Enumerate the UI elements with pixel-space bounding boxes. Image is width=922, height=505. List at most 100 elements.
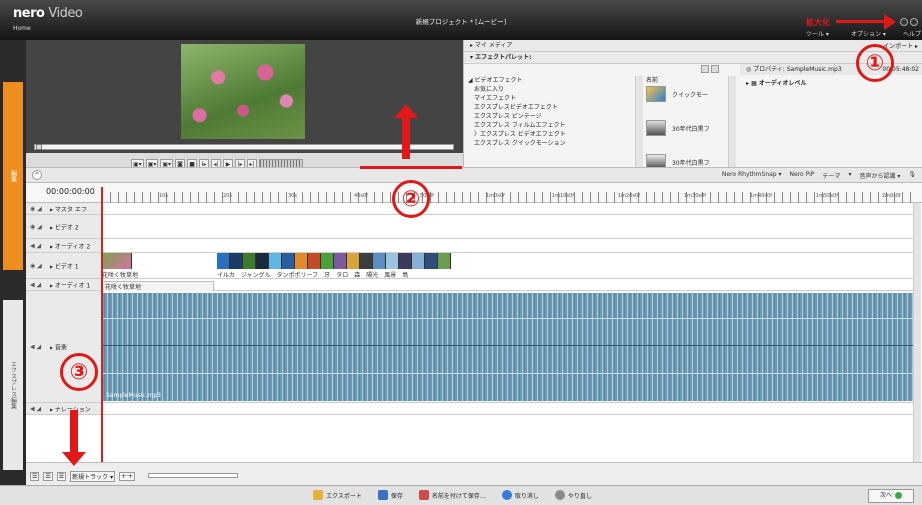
track-view-icon[interactable]: ☰: [43, 472, 53, 481]
export-icon: [313, 490, 323, 500]
effect-thumb[interactable]: クイックモー: [646, 86, 728, 104]
nero-video-window: nero Video Home 新規プロジェクト * [ムービー] ツール ▾ オ…: [0, 0, 922, 505]
video-clip-first[interactable]: [102, 253, 132, 269]
track-speaker-icon[interactable]: ◀ ◢: [30, 281, 41, 288]
effects-section-video[interactable]: ◢ ビデオエフェクト: [468, 76, 636, 85]
tick-label: 1m10s0f: [552, 193, 574, 199]
clip-label: タロ: [336, 272, 349, 279]
effects-panel: ▸ マイ メディア ▾ エフェクトパレット: インポート ▸ ◢ ビデオエフェク…: [463, 40, 922, 177]
track-view-icon[interactable]: ☰: [30, 472, 40, 481]
microphone-icon[interactable]: 🎙: [908, 171, 916, 180]
effects-item[interactable]: エクスプレスビデオエフェクト: [474, 103, 636, 112]
save-as-button[interactable]: 名前を付けて保存…: [418, 490, 486, 500]
track-lane[interactable]: 花咲く牧草地 イルカ ジャングル タンポポリーフ 牙 タロ 森 陽光 風景 鳥: [102, 253, 913, 279]
music-waveform-clip[interactable]: [102, 293, 913, 401]
tick-label: 1m40s0f: [750, 193, 772, 199]
track-audio2[interactable]: ◀ ◢ ▸ オーディオ 2: [26, 239, 913, 253]
effects-scrollbar[interactable]: [635, 76, 643, 177]
effects-item[interactable]: 〉エクスプレス ビデオエフェクト: [474, 130, 636, 139]
track-eye-icon[interactable]: ◉ ◢: [30, 205, 42, 212]
save-button[interactable]: 保存: [377, 490, 403, 500]
clip-label: タンポポリーフ: [276, 272, 319, 279]
new-track-dropdown[interactable]: 新規トラック ▾: [70, 471, 116, 482]
track-eye-icon[interactable]: ◉ ◢: [30, 262, 42, 269]
track-speaker-icon[interactable]: ◀ ◢: [30, 405, 41, 412]
undo-button[interactable]: 取り消し: [501, 490, 539, 500]
track-lane[interactable]: [102, 239, 913, 252]
track-speaker-icon[interactable]: ◀ ◢: [30, 242, 41, 249]
audio-level-property[interactable]: ▸ ▦ オーディオレベル: [740, 78, 922, 87]
voice-recognition-button[interactable]: 音声から認識 ▾: [859, 171, 900, 180]
track-eye-icon[interactable]: ◉ ◢: [30, 223, 42, 230]
track-audio1[interactable]: ◀ ◢ ▸ オーディオ 1 花咲く牧草地: [26, 279, 913, 292]
properties-title: ◎ プロパティ: SampleMusic.mp3: [746, 66, 842, 73]
clip-label: 森: [354, 272, 361, 279]
track-music[interactable]: ◀ ◢ ▸ 音楽 SampleMusic.mp3: [26, 291, 913, 403]
effects-palette-header[interactable]: ▾ エフェクトパレット:: [464, 52, 922, 64]
effect-thumb[interactable]: 30年代白黒フ: [646, 120, 728, 138]
view-toggle: [701, 65, 719, 73]
effects-item[interactable]: エクスプレス クイックモーション: [474, 139, 636, 148]
menu-tools[interactable]: ツール ▾: [806, 29, 829, 38]
redo-button[interactable]: やり直し: [554, 490, 592, 500]
effects-item[interactable]: エクスプレス フィルムエフェクト: [474, 121, 636, 130]
track-header: ◀ ◢ ▸ オーディオ 1: [26, 279, 102, 290]
thumbs-scrollbar[interactable]: [728, 76, 736, 177]
tick-label: 1m0s0f: [486, 193, 505, 199]
track-lane[interactable]: [102, 215, 913, 238]
redo-icon: [554, 490, 565, 500]
tick-label: 40s0f: [354, 193, 368, 199]
next-button[interactable]: 次へ: [868, 489, 914, 503]
help-icon[interactable]: [900, 18, 908, 26]
channel-divider: [102, 345, 913, 346]
collapse-icon[interactable]: ^: [32, 170, 42, 180]
track-lane[interactable]: [102, 403, 913, 414]
fit-icon[interactable]: +·+: [119, 472, 136, 481]
theme-button[interactable]: テーマ: [822, 171, 840, 180]
menu-options[interactable]: オプション ▾: [851, 29, 886, 38]
track-name: ▸ オーディオ 2: [50, 243, 91, 250]
track-lane[interactable]: 花咲く牧草地: [102, 279, 913, 292]
zoom-slider[interactable]: [148, 473, 238, 478]
home-link[interactable]: Home: [13, 25, 31, 32]
my-media-header[interactable]: ▸ マイ メディア: [464, 40, 922, 52]
annotation-arrow-head: [884, 14, 896, 30]
annotation-number-1: ①: [856, 44, 894, 82]
tick-label: 30s: [288, 193, 297, 199]
export-button[interactable]: エクスポート: [313, 490, 362, 500]
close-icon[interactable]: [910, 18, 918, 26]
more-dropdown[interactable]: ▾: [848, 171, 851, 180]
list-view-icon[interactable]: [711, 65, 719, 73]
timeline-ruler[interactable]: 00:00:00:00 10s 20s 30s 40s0f 50s0f 1m0s…: [26, 183, 922, 203]
menu-help[interactable]: ヘルプ: [903, 29, 921, 38]
name-column-header[interactable]: 名前: [646, 75, 658, 84]
track-narration[interactable]: ◀ ◢▸ ナレーション: [26, 403, 913, 415]
scrubber-handle[interactable]: [36, 144, 42, 150]
effect-thumb-label: 30年代白黒フ: [672, 126, 710, 133]
tick-label: 20s: [223, 193, 232, 199]
effects-item[interactable]: エクスプレス ピンテージ: [474, 112, 636, 121]
rhythmsnap-button[interactable]: Nero RhythmSnap ▾: [722, 171, 782, 180]
effects-item[interactable]: お気に入り: [474, 85, 636, 94]
track-lane[interactable]: [102, 203, 913, 214]
clip-label: 花咲く牧草地: [102, 272, 139, 279]
grid-view-icon[interactable]: [701, 65, 709, 73]
track-master-effects[interactable]: ◉ ◢ ▸ マスタ エフ: [26, 203, 913, 215]
track-speaker-icon[interactable]: ◀ ◢: [30, 343, 41, 350]
tab-edit[interactable]: 編集: [3, 82, 23, 270]
effects-item[interactable]: マイエフェクト: [474, 94, 636, 103]
track-video1[interactable]: ◉ ◢ ▸ ビデオ 1 花咲く牧草地 イルカ ジャングル タンポポリーフ 牙 タロ…: [26, 253, 913, 279]
pip-button[interactable]: Nero PiP: [790, 171, 815, 180]
title-bar: nero Video Home 新規プロジェクト * [ムービー] ツール ▾ オ…: [0, 0, 922, 40]
timeline-vertical-scrollbar[interactable]: [913, 203, 921, 462]
music-clip-name: SampleMusic.mp3: [106, 392, 161, 399]
preview-scrubber[interactable]: [34, 144, 454, 150]
track-view-icon[interactable]: ☰: [56, 472, 67, 481]
tab-express-edit[interactable]: エクスプレス編集: [3, 300, 23, 470]
track-video2[interactable]: ◉ ◢ ▸ ビデオ 2: [26, 215, 913, 239]
clip-label: 風景: [384, 272, 397, 279]
clip-label: 陽光: [366, 272, 379, 279]
playhead[interactable]: [101, 187, 103, 477]
video-clip-sequence[interactable]: [217, 253, 451, 269]
bottom-action-bar: エクスポート 保存 名前を付けて保存… 取り消し やり直し 次へ: [0, 485, 922, 505]
